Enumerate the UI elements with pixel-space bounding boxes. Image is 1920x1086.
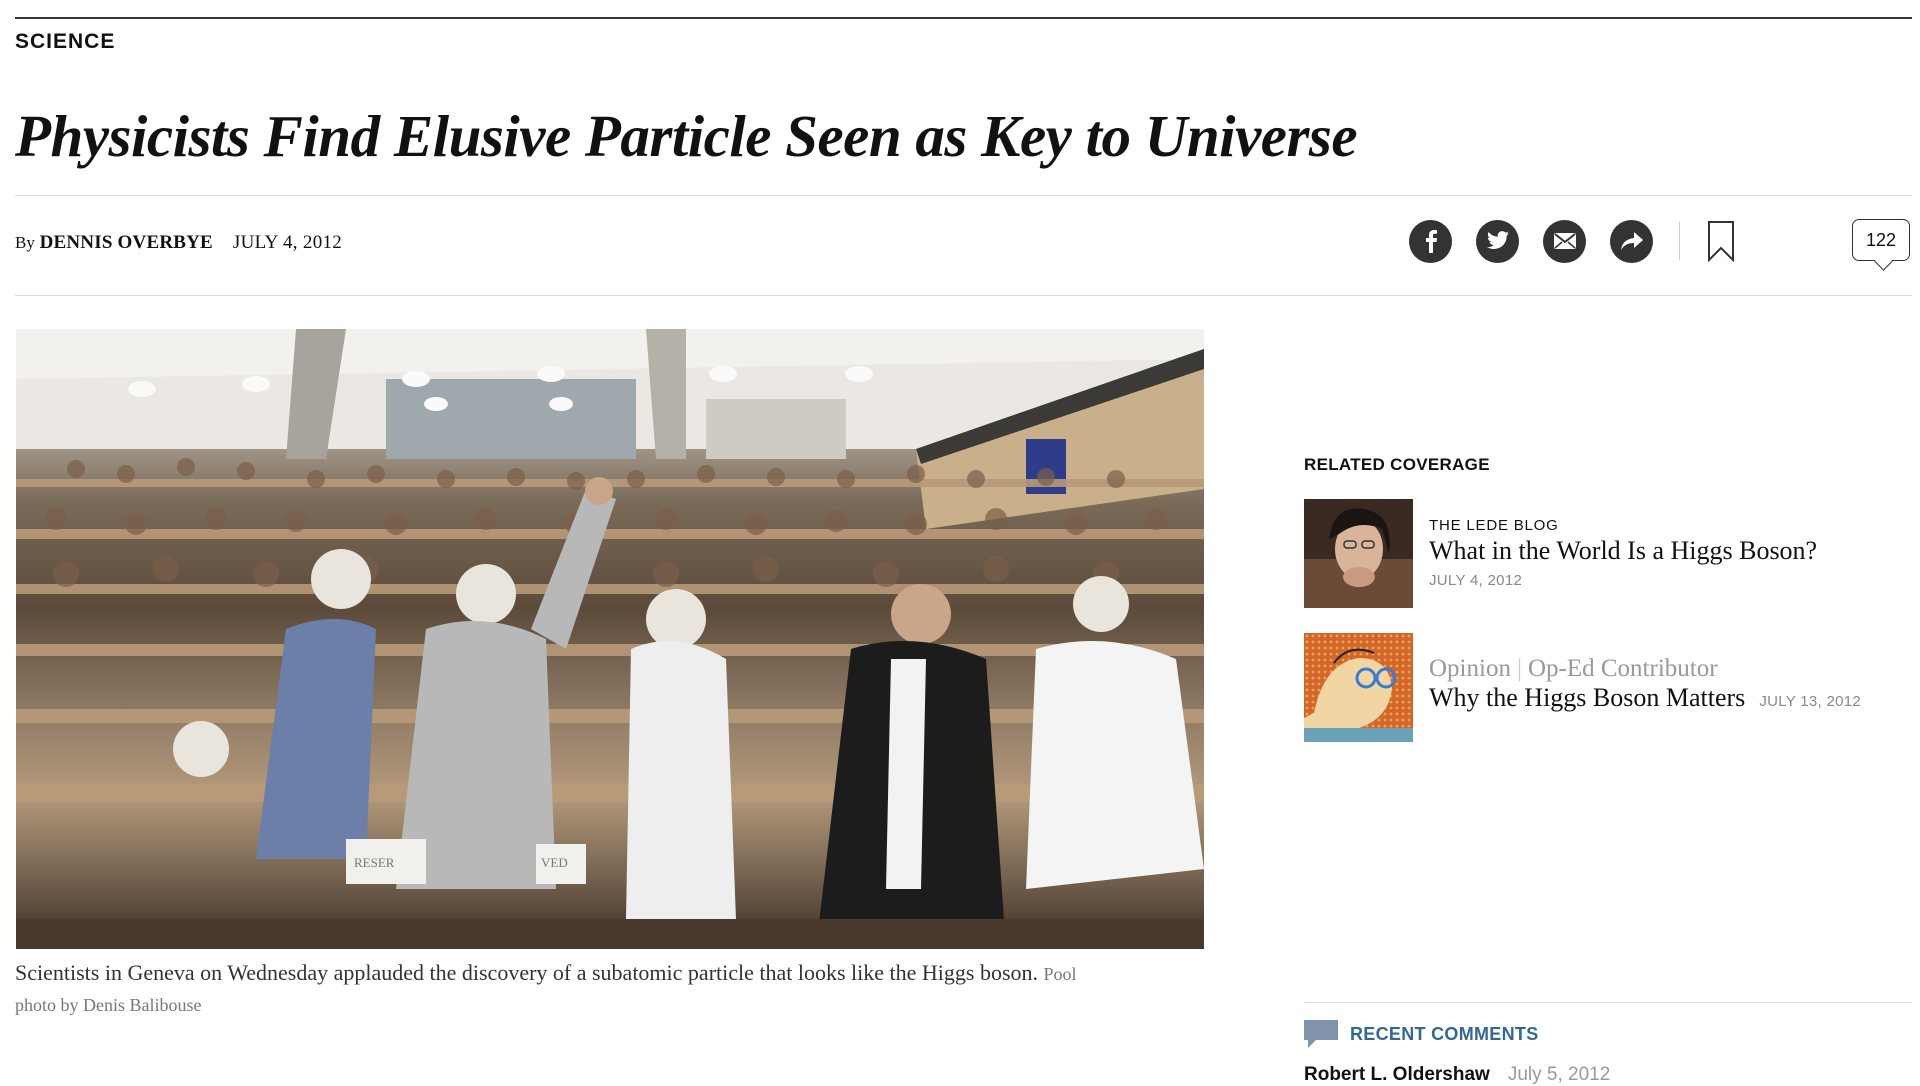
byline: By DENNIS OVERBYE JULY 4, 2012: [15, 232, 342, 254]
recent-comments-heading[interactable]: RECENT COMMENTS: [1350, 1024, 1539, 1045]
email-icon: [1553, 233, 1576, 249]
divider: [1304, 1002, 1912, 1003]
publish-date: JULY 4, 2012: [232, 232, 343, 253]
related-blog-label[interactable]: THE LEDE BLOG: [1429, 517, 1817, 534]
recent-comments-header[interactable]: RECENT COMMENTS: [1304, 1020, 1539, 1048]
opinion-section-link[interactable]: Opinion: [1429, 655, 1511, 682]
twitter-share-button[interactable]: [1476, 219, 1519, 263]
comment-date: July 5, 2012: [1507, 1064, 1611, 1085]
related-headline[interactable]: What in the World Is a Higgs Boson?: [1429, 536, 1817, 566]
top-rule: [15, 17, 1912, 19]
author-link[interactable]: DENNIS OVERBYE: [40, 232, 213, 253]
photo-caption: Scientists in Geneva on Wednesday applau…: [15, 958, 1105, 1020]
share-tools: [1409, 219, 1840, 263]
caption-text: Scientists in Geneva on Wednesday applau…: [15, 960, 1039, 985]
more-share-button[interactable]: [1610, 219, 1653, 263]
opinion-label: Opinion | Op-Ed Contributor: [1429, 655, 1718, 682]
comments-count-button[interactable]: 122: [1852, 219, 1910, 261]
divider: [15, 195, 1912, 196]
comment-author-row: Robert L. Oldershaw July 5, 2012: [1304, 1064, 1610, 1086]
share-separator: [1679, 222, 1680, 260]
comment-icon: [1304, 1020, 1338, 1048]
article-page: SCIENCE Physicists Find Elusive Particle…: [0, 0, 1920, 1085]
twitter-icon: [1486, 231, 1509, 250]
lecture-hall-illustration: RESER VED: [16, 329, 1204, 949]
bookmark-icon: [1708, 221, 1734, 262]
portrait-thumbnail-illustration: [1304, 499, 1413, 608]
related-headline[interactable]: Why the Higgs Boson Matters: [1429, 683, 1745, 713]
lead-photo[interactable]: RESER VED: [16, 329, 1204, 949]
related-item[interactable]: Opinion | Op-Ed Contributor Why the Higgs …: [1304, 633, 1861, 742]
related-coverage-heading: RELATED COVERAGE: [1304, 455, 1490, 474]
divider: [15, 295, 1912, 296]
byline-prefix: By: [15, 233, 35, 252]
email-share-button[interactable]: [1543, 219, 1586, 263]
related-thumbnail[interactable]: [1304, 499, 1413, 608]
related-date: JULY 4, 2012: [1429, 572, 1523, 589]
related-item[interactable]: THE LEDE BLOG What in the World Is a Hig…: [1304, 499, 1817, 608]
share-icon: [1620, 232, 1643, 250]
comments-count: 122: [1865, 229, 1897, 250]
section-link[interactable]: SCIENCE: [15, 30, 115, 54]
op-ed-contributor-label[interactable]: Op-Ed Contributor: [1528, 655, 1718, 682]
facebook-icon: [1425, 230, 1437, 253]
save-article-button[interactable]: [1706, 219, 1736, 263]
facebook-share-button[interactable]: [1409, 219, 1452, 263]
reserved-sign-1: RESER: [354, 855, 395, 870]
related-date: JULY 13, 2012: [1759, 693, 1862, 710]
reserved-sign-2: VED: [541, 855, 568, 870]
commenter-name[interactable]: Robert L. Oldershaw: [1304, 1064, 1490, 1086]
illustration-thumbnail: [1304, 633, 1413, 742]
headline: Physicists Find Elusive Particle Seen as…: [15, 103, 1358, 169]
related-thumbnail[interactable]: [1304, 633, 1413, 742]
